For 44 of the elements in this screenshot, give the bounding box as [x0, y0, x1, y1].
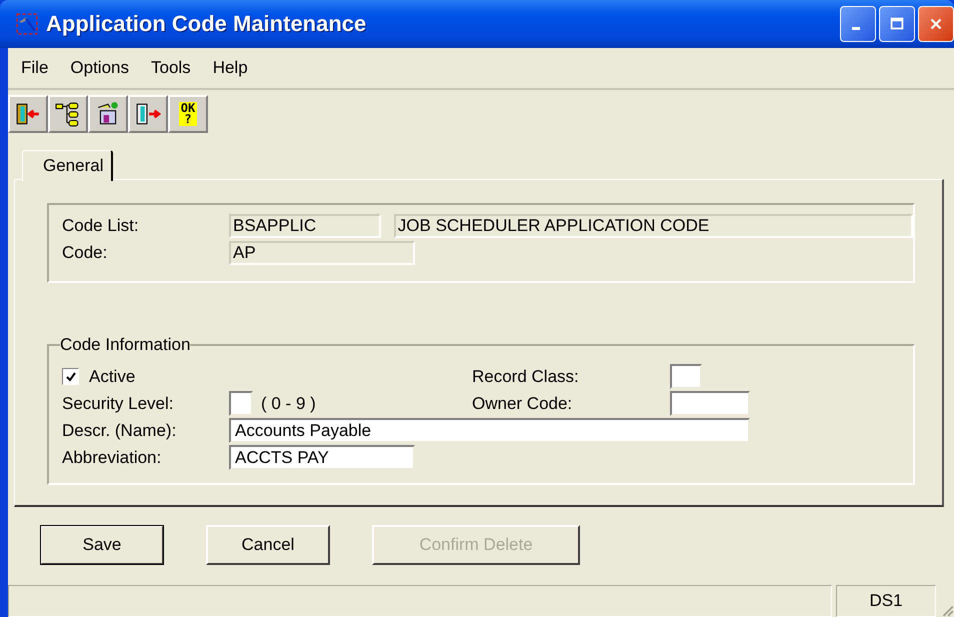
range-hint: ( 0 - 9 ) [261, 394, 316, 414]
group-title: Code Information [60, 335, 190, 355]
field-label: Security Level: [62, 394, 174, 414]
minimize-icon [852, 26, 860, 30]
push-button[interactable]: Save [40, 525, 164, 565]
field-label: Owner Code: [472, 394, 574, 414]
menu-item[interactable]: File [21, 58, 48, 78]
checkbox[interactable] [62, 368, 79, 385]
field-label: Record Class: [472, 366, 580, 386]
field-label: Code List: [62, 216, 140, 236]
toolbar-button[interactable] [48, 95, 88, 133]
toolbar-button[interactable] [8, 95, 48, 133]
maximize-button[interactable] [879, 6, 915, 42]
input-field[interactable]: Accounts Payable [229, 418, 750, 443]
input-field[interactable] [229, 391, 253, 416]
tree-icon [55, 101, 81, 127]
close-button[interactable] [918, 6, 954, 42]
ok-icon: OK ? [178, 102, 198, 126]
field-label: Descr. (Name): [62, 420, 178, 440]
resize-grip-icon [940, 603, 954, 617]
input-field[interactable] [670, 364, 702, 389]
minimize-button[interactable] [840, 6, 876, 42]
menu-item[interactable]: Options [70, 58, 129, 78]
toolbar-button[interactable] [88, 95, 128, 133]
hammer-icon [16, 13, 38, 35]
field-label: Code: [62, 243, 108, 263]
door-arrow-icon [135, 101, 161, 127]
checkmark-icon [64, 370, 76, 382]
toolbar-button[interactable] [128, 95, 168, 133]
push-button[interactable]: Cancel [206, 525, 330, 565]
tab[interactable]: General [22, 150, 114, 181]
description-field: JOB SCHEDULER APPLICATION CODE [394, 214, 913, 238]
ok-button[interactable]: OK ? [168, 95, 208, 133]
window-title: Application Code Maintenance [46, 11, 368, 37]
code-list-field: BSAPPLIC [229, 214, 381, 238]
field-label: Abbreviation: [62, 448, 162, 468]
menu-item[interactable]: Tools [151, 58, 191, 78]
input-field[interactable]: ACCTS PAY [229, 445, 415, 470]
menu-item[interactable]: Help [212, 58, 248, 78]
checkbox-label: Active [89, 366, 136, 386]
door-arrow-icon [15, 101, 41, 127]
status-text: DS1 [836, 585, 936, 617]
input-field[interactable] [670, 391, 750, 416]
code-field: AP [229, 241, 415, 265]
